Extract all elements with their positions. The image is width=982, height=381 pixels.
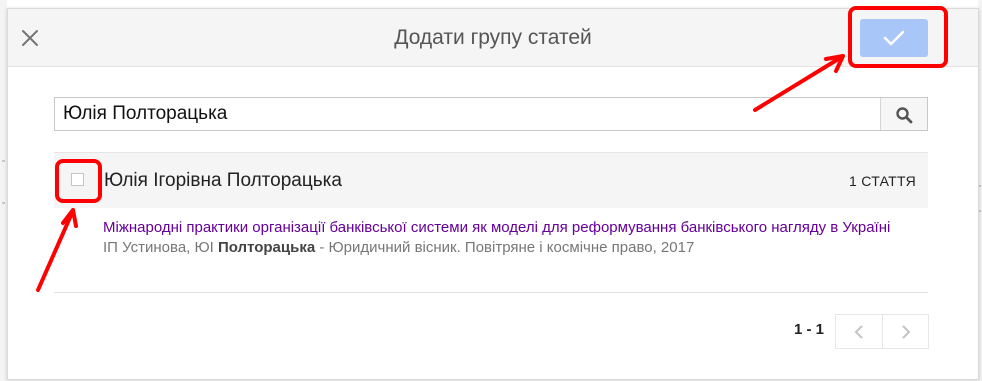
pagination-controls bbox=[835, 314, 929, 349]
search-box bbox=[54, 97, 928, 131]
article-authors: ІП Устинова, ЮІ bbox=[103, 239, 218, 256]
article-item: Міжнародні практики організації банківсь… bbox=[103, 218, 903, 257]
search-icon bbox=[896, 107, 913, 124]
article-count: 1 СТАТТЯ bbox=[849, 173, 916, 189]
backdrop-left bbox=[0, 0, 7, 381]
divider bbox=[54, 292, 928, 293]
checkmark-icon bbox=[883, 30, 905, 46]
chevron-left-icon bbox=[854, 325, 863, 339]
article-title-link[interactable]: Міжнародні практики організації банківсь… bbox=[103, 218, 903, 237]
group-name: Юлія Ігорівна Полторацька bbox=[104, 170, 342, 191]
dialog-header: Додати групу статей bbox=[8, 9, 978, 67]
dialog-title: Додати групу статей bbox=[394, 26, 592, 49]
search-button[interactable] bbox=[880, 98, 927, 130]
author-group-row[interactable]: Юлія Ігорівна Полторацька 1 СТАТТЯ bbox=[54, 152, 928, 208]
next-page-button[interactable] bbox=[883, 315, 929, 348]
group-checkbox[interactable] bbox=[71, 173, 84, 186]
previous-page-button[interactable] bbox=[836, 315, 883, 348]
article-meta: ІП Устинова, ЮІ Полторацька - Юридичний … bbox=[103, 238, 903, 257]
pagination-range: 1 - 1 bbox=[794, 321, 825, 338]
backdrop-mark bbox=[2, 160, 5, 162]
article-author-highlight: Полторацька bbox=[217, 239, 316, 256]
chevron-right-icon bbox=[902, 325, 911, 339]
add-article-group-dialog: Додати групу статей Юлія Ігорівна Полтор… bbox=[7, 8, 979, 380]
backdrop-mark bbox=[2, 202, 5, 204]
article-source: - Юридичний вісник. Повітряне і космічне… bbox=[315, 239, 695, 256]
confirm-button[interactable] bbox=[860, 19, 928, 57]
search-input[interactable] bbox=[55, 98, 881, 130]
